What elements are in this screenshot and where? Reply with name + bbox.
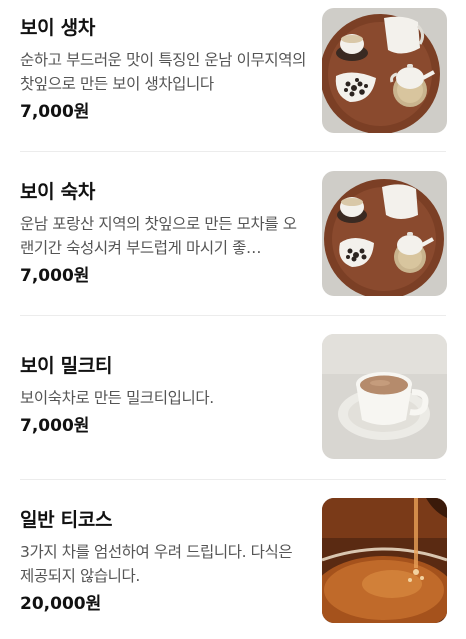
menu-item[interactable]: 보이 숙차 운남 포랑산 지역의 찻잎으로 만든 모차를 오랜기간 숙성시켜 부… <box>0 152 466 314</box>
menu-item-name: 일반 티코스 <box>20 509 113 531</box>
tea-tray-photo <box>322 8 447 133</box>
menu-item-text: 보이 밀크티 보이숙차로 만든 밀크티입니다. 7,000원 <box>20 354 310 438</box>
menu-item-text: 일반 티코스 3가지 차를 엄선하여 우려 드립니다. 다식은 제공되지 않습니… <box>20 508 310 616</box>
menu-item[interactable]: 일반 티코스 3가지 차를 엄선하여 우려 드립니다. 다식은 제공되지 않습니… <box>0 480 466 639</box>
menu-item-description: 순하고 부드러운 맛이 특징인 운남 이무지역의 찻잎으로 만든 보이 생차입니… <box>20 51 306 93</box>
menu-item-image[interactable] <box>322 171 447 296</box>
menu-item-text: 보이 생차 순하고 부드러운 맛이 특징인 운남 이무지역의 찻잎으로 만든 보… <box>20 16 310 124</box>
menu-item-description: 3가지 차를 엄선하여 우려 드립니다. 다식은 제공되지 않습니다. <box>20 543 293 585</box>
menu-item-image[interactable] <box>322 334 447 459</box>
milk-tea-cup-photo <box>322 334 447 459</box>
menu-item-name: 보이 숙차 <box>20 181 96 203</box>
menu-item-description: 운남 포랑산 지역의 찻잎으로 만든 모차를 오랜기간 숙성시켜 부드럽게 마시… <box>20 215 297 257</box>
menu-item-price: 7,000원 <box>20 416 90 436</box>
menu-list: 보이 생차 순하고 부드러운 맛이 특징인 운남 이무지역의 찻잎으로 만든 보… <box>0 0 466 639</box>
menu-item-name: 보이 생차 <box>20 17 96 39</box>
menu-item-price: 7,000원 <box>20 266 90 286</box>
menu-item-text: 보이 숙차 운남 포랑산 지역의 찻잎으로 만든 모차를 오랜기간 숙성시켜 부… <box>20 180 310 288</box>
menu-item[interactable]: 보이 밀크티 보이숙차로 만든 밀크티입니다. 7,000원 <box>0 316 466 478</box>
menu-item[interactable]: 보이 생차 순하고 부드러운 맛이 특징인 운남 이무지역의 찻잎으로 만든 보… <box>0 0 466 150</box>
menu-item-image[interactable] <box>322 8 447 133</box>
menu-item-description: 보이숙차로 만든 밀크티입니다. <box>20 389 214 407</box>
menu-item-price: 20,000원 <box>20 594 102 614</box>
tea-pour-photo <box>322 498 447 623</box>
tea-tray-photo <box>322 171 447 296</box>
menu-item-image[interactable] <box>322 498 447 623</box>
menu-item-price: 7,000원 <box>20 102 90 122</box>
menu-item-name: 보이 밀크티 <box>20 355 113 377</box>
